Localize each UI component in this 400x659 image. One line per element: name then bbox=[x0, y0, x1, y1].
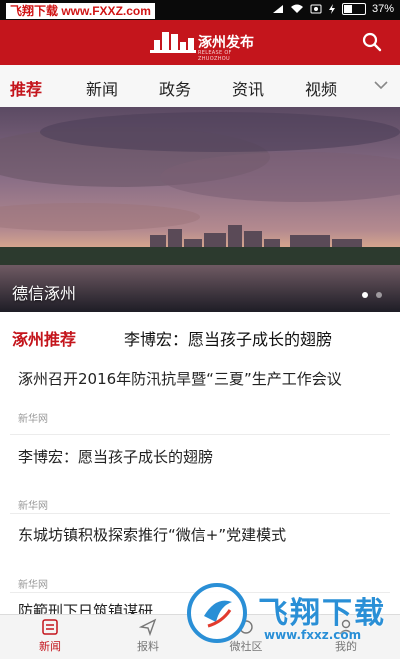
recommend-headline[interactable]: 李博宏：愿当孩子成长的翅膀 bbox=[124, 326, 332, 350]
battery-percent: 37% bbox=[371, 3, 394, 15]
tab-info[interactable]: 资讯 bbox=[232, 76, 264, 100]
nav-label: 新闻 bbox=[39, 640, 61, 653]
news-source: 新华网 bbox=[18, 501, 48, 512]
search-icon[interactable] bbox=[362, 32, 382, 52]
news-title[interactable]: 东城坊镇积极探索推行“微信+”党建模式 bbox=[18, 524, 286, 545]
news-title[interactable]: 李博宏：愿当孩子成长的翅膀 bbox=[18, 446, 213, 467]
watermark-logo-icon bbox=[187, 583, 247, 643]
list-item[interactable]: 东城坊镇积极探索推行“微信+”党建模式 bbox=[0, 518, 400, 568]
watermark-overlay: 飞翔下载 www.fxxz.com bbox=[180, 580, 400, 658]
nav-report[interactable]: 报料 bbox=[118, 618, 178, 654]
divider bbox=[10, 434, 390, 435]
nfc-icon bbox=[310, 4, 322, 14]
logo-title: 涿州发布 bbox=[198, 35, 254, 51]
nav-news[interactable]: 新闻 bbox=[20, 618, 80, 654]
status-icons: 37% bbox=[272, 3, 394, 15]
building-logo-icon bbox=[150, 32, 196, 53]
divider bbox=[10, 513, 390, 514]
tab-video[interactable]: 视频 bbox=[305, 76, 337, 100]
carousel-dot[interactable] bbox=[376, 292, 382, 298]
carousel-dot[interactable] bbox=[362, 292, 368, 298]
news-title[interactable]: 涿州召开2016年防汛抗旱暨“三夏”生产工作会议 bbox=[18, 368, 342, 389]
watermark-text: 飞翔下载 bbox=[258, 596, 386, 631]
send-icon bbox=[139, 618, 157, 636]
app-logo: 涿州发布 RELEASE OF ZHUOZHOU bbox=[150, 26, 260, 62]
news-source: 新华网 bbox=[18, 580, 48, 591]
banner-caption: 德信涿州 bbox=[12, 284, 77, 303]
banner-carousel[interactable]: 德信涿州 bbox=[0, 107, 400, 312]
carousel-indicator bbox=[362, 292, 382, 298]
logo-subtitle: RELEASE OF ZHUOZHOU bbox=[198, 50, 232, 62]
status-bar: 飞翔下载 www.FXXZ.com 37% bbox=[0, 0, 400, 20]
news-icon bbox=[42, 619, 58, 635]
news-title[interactable]: 防範刑下日筑镇谋研 bbox=[18, 600, 153, 614]
app-header: 涿州发布 RELEASE OF ZHUOZHOU bbox=[0, 20, 400, 65]
category-tabs: 推荐 新闻 政务 资讯 视频 bbox=[0, 65, 400, 108]
chevron-down-icon[interactable] bbox=[374, 80, 388, 90]
recommend-strip[interactable]: 涿州推荐 李博宏：愿当孩子成长的翅膀 bbox=[0, 312, 400, 360]
news-source: 新华网 bbox=[18, 414, 48, 425]
list-item[interactable]: 李博宏：愿当孩子成长的翅膀 bbox=[0, 440, 400, 490]
battery-icon bbox=[341, 3, 366, 15]
watermark-label: 飞翔下载 www.FXXZ.com bbox=[6, 3, 155, 19]
signal-icon bbox=[272, 5, 283, 13]
tab-recommend[interactable]: 推荐 bbox=[10, 76, 42, 100]
recommend-label: 涿州推荐 bbox=[12, 330, 77, 349]
charging-icon bbox=[328, 4, 335, 14]
watermark-url: www.fxxz.com bbox=[264, 628, 362, 642]
nav-label: 报料 bbox=[137, 640, 159, 653]
wifi-icon bbox=[290, 4, 303, 13]
tab-government[interactable]: 政务 bbox=[159, 76, 191, 100]
tab-news[interactable]: 新闻 bbox=[86, 76, 118, 100]
list-item[interactable]: 涿州召开2016年防汛抗旱暨“三夏”生产工作会议 新华网 bbox=[0, 360, 400, 425]
